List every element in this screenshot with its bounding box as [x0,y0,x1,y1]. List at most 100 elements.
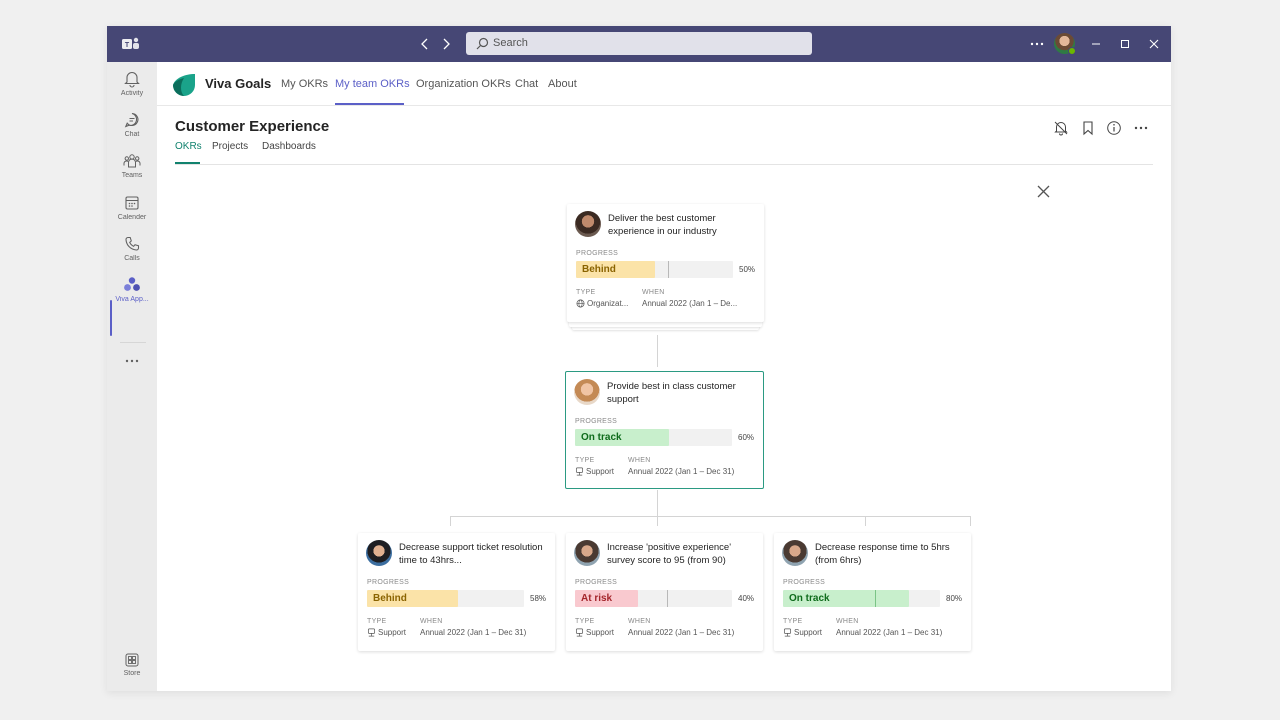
okr-card-child[interactable]: Increase 'positive experience' survey sc… [566,533,763,651]
forward-icon[interactable] [437,35,455,53]
progress-bar: On track [575,429,732,446]
rail-label: Chat [124,131,140,138]
search-icon [476,37,489,50]
when-label: WHEN [642,289,665,296]
app-tab-chat[interactable]: Chat [515,78,538,90]
subtab-okrs[interactable]: OKRs [175,141,202,152]
progress-label: PROGRESS [575,418,618,425]
team-icon [575,628,584,637]
connector-line [657,490,658,526]
type-label: TYPE [575,457,595,464]
team-icon [783,628,792,637]
type-value: Support [586,628,615,637]
rail-item-chat[interactable]: Chat [107,111,157,149]
teams-icon [123,154,141,168]
app-tab-about[interactable]: About [548,78,577,90]
okr-card-child[interactable]: Decrease response time to 5hrs (from 6hr… [774,533,971,651]
chat-icon [124,112,139,128]
rail-divider [120,342,146,343]
rail-item-calendar[interactable]: Calender [107,194,157,232]
status-badge: On track [789,593,830,604]
okr-card-top[interactable]: Deliver the best customer experience in … [567,204,764,322]
more-apps-icon [125,359,139,363]
rail-item-calls[interactable]: Calls [107,235,157,273]
rail-item-teams[interactable]: Teams [107,152,157,190]
status-badge: On track [581,432,622,443]
phone-icon [125,236,140,251]
app-tab-my-team-okrs[interactable]: My team OKRs [335,78,410,90]
info-icon[interactable] [1106,120,1122,136]
progress-percent: 40% [738,594,755,603]
teams-logo-icon: T [122,37,139,49]
progress-marker [875,590,876,607]
connector-line [657,335,658,367]
back-icon[interactable] [416,35,434,53]
okr-title: Deliver the best customer experience in … [608,213,717,237]
maximize-icon[interactable] [1115,34,1135,54]
connector-line [970,516,971,526]
okr-card-child[interactable]: Decrease support ticket resolution time … [358,533,555,651]
rail-more-apps[interactable] [107,355,157,375]
owner-avatar [574,379,600,405]
more-actions-icon[interactable] [1133,120,1149,136]
search-placeholder: Search [493,37,528,49]
rail-item-store[interactable]: Store [107,652,157,690]
calendar-icon [125,196,139,210]
svg-text:T: T [125,42,130,49]
rail-label: Calls [124,255,140,262]
bell-off-icon[interactable] [1053,120,1069,136]
close-window-icon[interactable] [1144,34,1164,54]
when-value: Annual 2022 (Jan 1 – Dec 31) [420,628,527,637]
when-label: WHEN [628,618,651,625]
team-icon [575,467,584,476]
owner-avatar [366,540,392,566]
status-badge: Behind [373,593,407,604]
rail-active-indicator [110,300,112,336]
progress-bar: Behind [367,590,524,607]
app-tab-organization-okrs[interactable]: Organization OKRs [416,78,511,90]
app-header: Viva Goals My OKRs My team OKRs Organiza… [157,62,1171,106]
rail-label: Activity [120,90,144,97]
progress-bar: On track [783,590,940,607]
search-input[interactable]: Search [466,32,812,55]
okr-title: Provide best in class customer support [607,381,736,405]
progress-percent: 60% [738,433,755,442]
type-label: TYPE [783,618,803,625]
globe-icon [576,299,585,308]
when-label: WHEN [628,457,651,464]
connector-line [450,516,970,517]
status-badge: At risk [581,593,613,604]
profile-avatar[interactable] [1054,33,1076,55]
subtab-dashboards[interactable]: Dashboards [262,141,316,152]
bookmark-icon[interactable] [1080,120,1096,136]
type-value: Support [378,628,407,637]
owner-avatar [575,211,601,237]
minimize-icon[interactable] [1086,34,1106,54]
app-tab-my-okrs[interactable]: My OKRs [281,78,328,90]
progress-percent: 58% [530,594,547,603]
rail-label: Store [123,670,141,677]
rail-item-activity[interactable]: Activity [107,70,157,108]
bell-icon [124,72,140,88]
when-value: Annual 2022 (Jan 1 – De... [642,299,738,308]
online-status-icon [1068,47,1076,55]
teams-window: T Search Activity Chat Teams Calender Ca… [107,26,1171,691]
type-label: TYPE [367,618,387,625]
connector-line [450,516,451,526]
type-value: Support [794,628,823,637]
page-divider [175,164,1153,165]
okr-card-selected[interactable]: Provide best in class customer support P… [565,371,764,489]
type-value: Support [586,467,615,476]
team-icon [367,628,376,637]
rail-label: Viva App... [115,296,149,303]
progress-label: PROGRESS [367,579,410,586]
rail-item-viva-apps[interactable]: Viva App... [107,276,157,314]
connector-line [865,516,866,526]
close-panel-icon[interactable] [1036,184,1051,199]
when-value: Annual 2022 (Jan 1 – Dec 31) [628,628,735,637]
app-rail: Activity Chat Teams Calender Calls Viva … [107,62,157,691]
owner-avatar [782,540,808,566]
when-value: Annual 2022 (Jan 1 – Dec 31) [836,628,943,637]
subtab-projects[interactable]: Projects [212,141,248,152]
more-options-icon[interactable] [1027,34,1047,54]
